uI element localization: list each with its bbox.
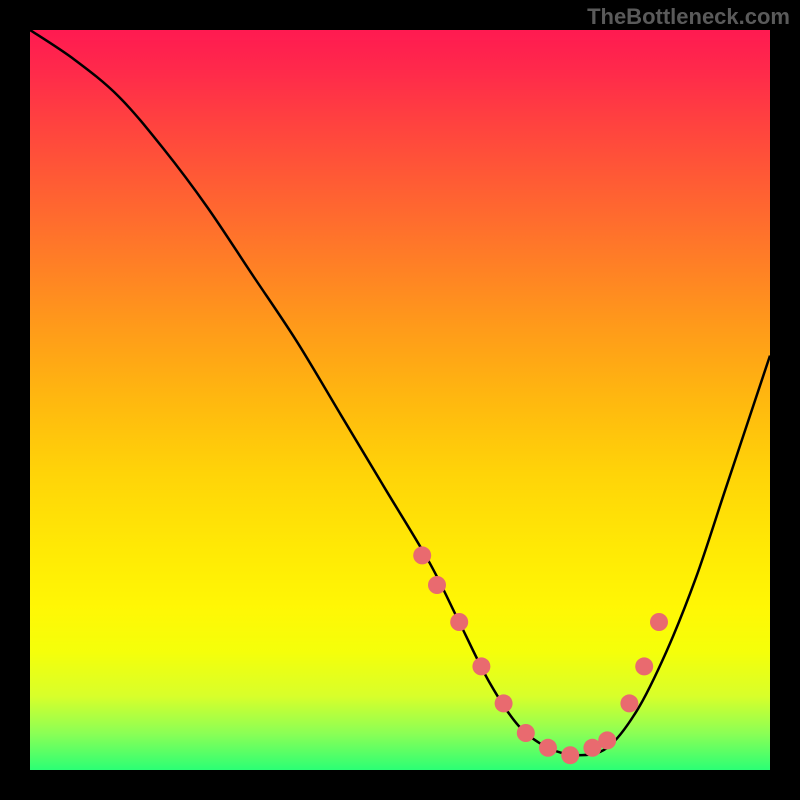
marker-point [561,746,579,764]
chart-container: TheBottleneck.com [0,0,800,800]
marker-point [650,613,668,631]
highlight-markers [413,546,668,764]
plot-area [30,30,770,770]
marker-point [428,576,446,594]
marker-point [413,546,431,564]
marker-point [539,739,557,757]
curve-svg [30,30,770,770]
marker-point [472,657,490,675]
marker-point [620,694,638,712]
watermark-text: TheBottleneck.com [587,4,790,30]
bottleneck-curve-line [30,30,770,755]
marker-point [635,657,653,675]
marker-point [598,731,616,749]
marker-point [495,694,513,712]
marker-point [517,724,535,742]
marker-point [450,613,468,631]
